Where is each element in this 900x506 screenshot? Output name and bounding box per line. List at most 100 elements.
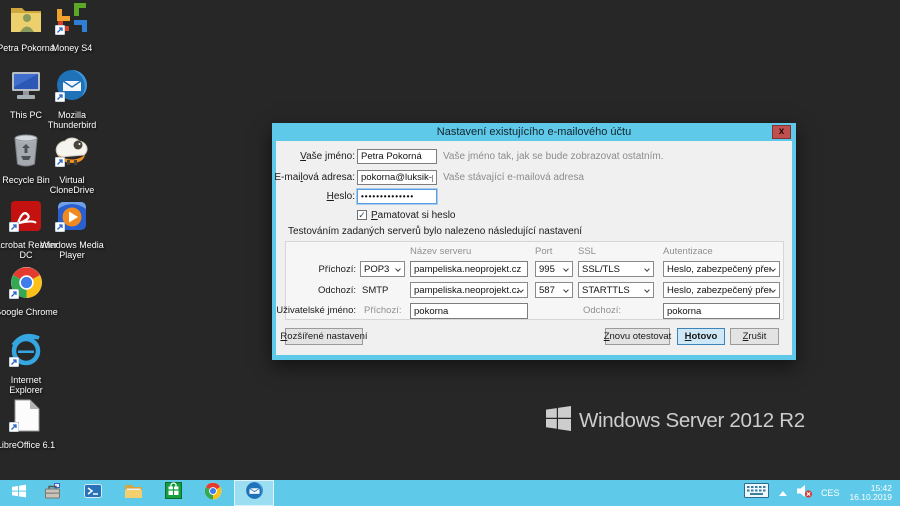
desktop-icon-ie[interactable]: Internet Explorer (0, 338, 58, 395)
ie-icon (9, 333, 43, 372)
remember-password-checkbox[interactable]: ✓ (357, 210, 367, 220)
account-setup-dialog: Nastavení existujícího e-mailového účtu … (272, 123, 796, 360)
outgoing-label: Odchozí: (318, 285, 356, 296)
outgoing-protocol-label: SMTP (362, 285, 388, 296)
outgoing-port-dropdown[interactable]: 587 (535, 282, 573, 298)
watermark-text: Windows Server 2012 R2 (579, 409, 805, 433)
clock[interactable]: 15:42 16.10.2019 (849, 484, 892, 503)
desktop-icon-wmp[interactable]: Windows Media Player (40, 203, 104, 260)
volume-muted-icon[interactable] (797, 484, 813, 503)
computer-icon (8, 70, 44, 107)
header-ssl: SSL (578, 246, 596, 257)
email-hint: Vaše stávající e-mailová adresa (443, 172, 584, 183)
chevron-down-icon (563, 287, 569, 293)
username-outgoing-label: Odchozí: (583, 305, 621, 316)
incoming-protocol-dropdown[interactable]: POP3 (360, 261, 405, 277)
username-label: Uživatelské jméno: (276, 305, 356, 316)
chevron-down-icon (563, 266, 569, 272)
chrome-icon (10, 266, 43, 304)
chevron-down-icon (770, 287, 776, 293)
header-port: Port (535, 246, 552, 257)
retest-button[interactable]: Znovu otestovat (605, 328, 670, 345)
desktop-icon-libreoffice[interactable]: LibreOffice 6.1 (0, 403, 58, 450)
password-label: Heslo: (327, 191, 355, 202)
taskbar-thunderbird-active[interactable] (234, 480, 274, 506)
chevron-down-icon (770, 266, 776, 272)
header-server-name: Název serveru (410, 246, 471, 257)
taskbar-file-explorer[interactable] (114, 480, 152, 506)
start-icon (11, 483, 27, 504)
chrome-icon (204, 482, 222, 505)
email-input[interactable] (357, 170, 437, 185)
incoming-ssl-dropdown[interactable]: SSL/TLS (578, 261, 654, 277)
name-input[interactable] (357, 149, 437, 164)
clock-date: 16.10.2019 (849, 493, 892, 503)
acrobat-icon (10, 200, 42, 237)
header-auth: Autentizace (663, 246, 713, 257)
chevron-down-icon (644, 287, 650, 293)
chevron-down-icon (644, 266, 650, 272)
server-settings-group: Název serveru Port SSL Autentizace Přích… (285, 241, 784, 320)
desktop-icon-label: This PC (10, 110, 42, 120)
username-incoming-input[interactable] (410, 303, 528, 319)
thunderbird-icon (55, 68, 89, 107)
chevron-down-icon (518, 287, 524, 293)
password-input[interactable]: •••••••••••••• (357, 189, 437, 204)
system-tray: CES 15:42 16.10.2019 (744, 480, 900, 506)
name-hint: Vaše jméno tak, jak se bude zobrazovat o… (443, 151, 664, 162)
incoming-port-dropdown[interactable]: 995 (535, 261, 573, 277)
outgoing-ssl-dropdown[interactable]: STARTTLS (578, 282, 654, 298)
outgoing-auth-dropdown[interactable]: Heslo, zabezpečený přenos (663, 282, 780, 298)
taskbar-chrome[interactable] (194, 480, 232, 506)
sheep-icon (55, 133, 89, 172)
os-watermark: Windows Server 2012 R2 (546, 406, 805, 436)
name-label: Vaše jméno: (300, 151, 355, 162)
taskbar: CES 15:42 16.10.2019 (0, 480, 900, 506)
desktop-icon-label: Virtual CloneDrive (40, 175, 104, 195)
incoming-server-input[interactable] (410, 261, 528, 277)
incoming-auth-dropdown[interactable]: Heslo, zabezpečený přenos (663, 261, 780, 277)
dialog-body: Vaše jméno: Vaše jméno tak, jak se bude … (276, 141, 792, 355)
done-button[interactable]: Hotovo (677, 328, 725, 345)
chevron-down-icon (395, 266, 401, 272)
desktop-icon-label: Mozilla Thunderbird (40, 110, 104, 130)
advanced-settings-button[interactable]: Rozšířené nastavení (285, 328, 363, 345)
recycle-bin-icon (11, 134, 41, 172)
username-outgoing-input[interactable] (663, 303, 780, 319)
desktop-icon-label: Internet Explorer (0, 375, 58, 395)
taskbar-powershell[interactable] (74, 480, 112, 506)
taskbar-store-app[interactable] (154, 480, 192, 506)
language-indicator[interactable]: CES (821, 488, 840, 498)
desktop-icon-thunderbird[interactable]: Mozilla Thunderbird (40, 73, 104, 130)
desktop-icon-money-s4[interactable]: Money S4 (40, 6, 104, 53)
powershell-icon (84, 483, 102, 504)
desktop-icon-chrome[interactable]: Google Chrome (0, 270, 58, 317)
close-button[interactable]: x (772, 125, 791, 139)
taskbar-server-manager[interactable] (34, 480, 72, 506)
username-incoming-label: Příchozí: (364, 305, 402, 316)
desktop-icon-label: LibreOffice 6.1 (0, 440, 55, 450)
show-hidden-icons-button[interactable] (779, 491, 787, 496)
email-label: E-mailová adresa: (274, 172, 355, 183)
dialog-title: Nastavení existujícího e-mailového účtu (272, 123, 796, 141)
desktop-icon-label: Windows Media Player (40, 240, 104, 260)
start-button[interactable] (2, 480, 36, 506)
server-manager-icon (44, 482, 62, 505)
desktop-icon-virtual-clonedrive[interactable]: Virtual CloneDrive (40, 138, 104, 195)
desktop-icon-label: Money S4 (52, 43, 93, 53)
money-s4-icon (55, 1, 89, 40)
remember-password-label: Pamatovat si heslo (371, 210, 456, 221)
thunderbird-icon (245, 481, 264, 505)
store-icon (165, 482, 182, 504)
touch-keyboard-icon[interactable] (744, 483, 769, 503)
outgoing-server-dropdown[interactable]: pampeliska.neoprojekt.cz (410, 282, 528, 298)
windows-logo-icon (546, 406, 571, 436)
media-player-icon (56, 200, 88, 237)
desktop-icon-label: Google Chrome (0, 307, 58, 317)
file-explorer-icon (124, 483, 143, 504)
user-folder-icon (8, 3, 44, 40)
status-text: Testováním zadaných serverů bylo nalezen… (288, 226, 582, 237)
incoming-label: Příchozí: (319, 264, 357, 275)
libreoffice-icon (11, 399, 41, 437)
cancel-button[interactable]: Zrušit (730, 328, 779, 345)
